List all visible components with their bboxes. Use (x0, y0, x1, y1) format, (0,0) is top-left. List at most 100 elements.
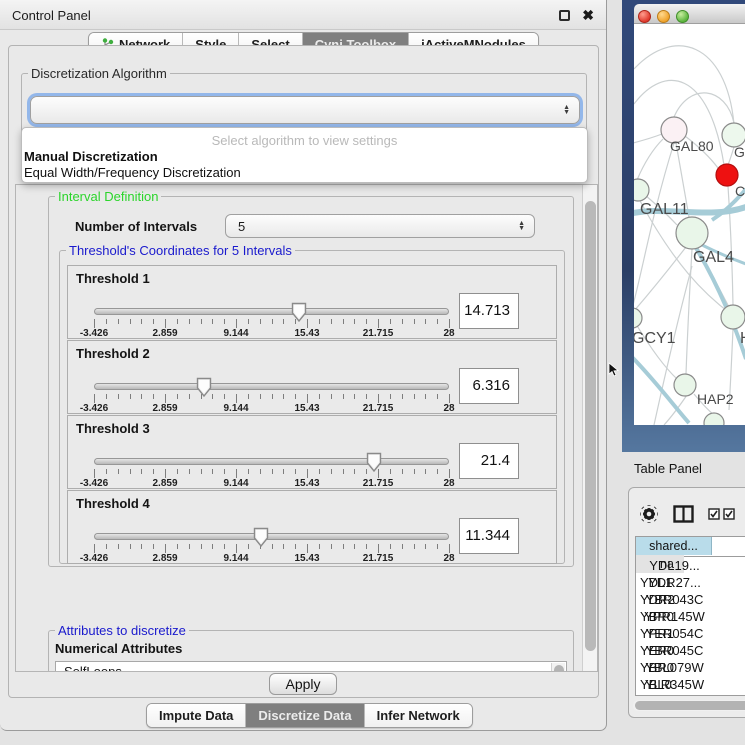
table-row[interactable]: YBL079WYBL0 (636, 659, 745, 676)
network-window-titlebar (634, 4, 745, 24)
cell-shared-name[interactable]: YER054C (636, 625, 713, 642)
threshold-label: Threshold 4 (76, 496, 150, 511)
settings-vertical-scrollbar[interactable] (582, 185, 597, 671)
table-row[interactable]: YIL052CYIL0 (636, 693, 745, 696)
slider-tick-label: 2.859 (152, 328, 177, 339)
cell-shared-name[interactable]: YDL19... (636, 557, 713, 574)
cell-shared-name[interactable]: YPR145W (636, 608, 713, 625)
cell-shared-name[interactable]: YLR345W (636, 676, 713, 693)
network-node-label: GAL11 (640, 201, 689, 218)
control-panel-titlebar: Control Panel ✖ (0, 0, 606, 30)
slider-tick-label: -3.426 (80, 328, 108, 339)
discretization-algorithm-label: Discretization Algorithm (28, 66, 170, 81)
slider-handle[interactable] (291, 302, 307, 323)
slider-tick-label: -3.426 (80, 403, 108, 414)
settings-scroll-container: Interval Definition Number of Intervals … (15, 184, 598, 672)
slider-tick-label: -3.426 (80, 478, 108, 489)
close-traffic-light[interactable] (638, 10, 651, 23)
popup-option-equal-width[interactable]: Equal Width/Frequency Discretization (24, 165, 584, 180)
column-header-shared-name[interactable]: shared... (636, 537, 712, 555)
cell-shared-name[interactable]: YBR045C (636, 642, 713, 659)
network-node[interactable] (634, 179, 649, 201)
slider-tick-label: 28 (443, 553, 454, 564)
network-node[interactable] (721, 305, 745, 329)
attributes-list-scrollbar[interactable] (551, 663, 565, 672)
cell-shared-name[interactable]: YBL079W (636, 659, 713, 676)
table-row[interactable]: YDL19...YDL1 (636, 557, 745, 574)
attribute-list-item[interactable]: SelfLoops (56, 662, 566, 672)
threshold-value-box[interactable]: 6.316 (459, 368, 519, 404)
algorithm-combo[interactable]: ▲▼ (30, 96, 580, 124)
thresholds-group: Threshold's Coordinates for 5 Intervals … (59, 250, 565, 564)
float-window-icon[interactable] (559, 10, 570, 21)
interval-definition-label: Interval Definition (55, 189, 161, 204)
split-table-icon[interactable] (673, 505, 694, 523)
window-title: Control Panel (12, 8, 91, 23)
table-row[interactable]: YDR27...YDR2 (636, 574, 745, 591)
slider-track[interactable] (94, 383, 449, 390)
table-row[interactable]: YER054CYER0 (636, 625, 745, 642)
cell-shared-name[interactable]: YDR27... (636, 574, 713, 591)
control-panel-window: Control Panel ✖ NetworkStyleSelectCyni T… (0, 0, 607, 731)
cell-shared-name[interactable]: YBR043C (636, 591, 713, 608)
algorithm-popup-hint: Select algorithm to view settings (22, 133, 587, 148)
algorithm-popup: Select algorithm to view settings Manual… (21, 127, 588, 183)
slider-handle[interactable] (196, 377, 212, 398)
zoom-traffic-light[interactable] (676, 10, 689, 23)
attributes-group-label: Attributes to discretize (55, 623, 189, 638)
table-panel-title: Table Panel (634, 461, 702, 476)
slider-tick-label: 28 (443, 403, 454, 414)
close-icon[interactable]: ✖ (582, 7, 594, 24)
network-node[interactable] (634, 308, 642, 328)
table-row[interactable]: YBR043CYBR0 (636, 591, 745, 608)
slider-handle[interactable] (366, 452, 382, 473)
cell-shared-name[interactable]: YIL052C (636, 693, 713, 696)
checkbox-icon[interactable] (723, 508, 735, 520)
gear-icon[interactable] (639, 504, 659, 524)
slider-track[interactable] (94, 458, 449, 465)
threshold-panel: Threshold 3 -3.4262.8599.14415.4321.7152… (67, 415, 557, 489)
thresholds-container: Threshold 1 -3.4262.8599.14415.4321.7152… (67, 265, 557, 565)
slider-tick-label: 15.43 (294, 403, 319, 414)
table-row[interactable]: YPR145WYPR1 (636, 608, 745, 625)
network-node[interactable] (704, 413, 724, 425)
number-of-intervals-combo[interactable]: 5 ▲▼ (225, 214, 535, 238)
network-edge[interactable] (637, 139, 663, 180)
slider-tick-label: -3.426 (80, 553, 108, 564)
minimize-traffic-light[interactable] (657, 10, 670, 23)
network-edge[interactable] (674, 93, 734, 123)
threshold-value-box[interactable]: 21.4 (459, 443, 519, 479)
mouse-cursor (608, 362, 620, 378)
slider-handle[interactable] (253, 527, 269, 548)
slider-tick-label: 2.859 (152, 478, 177, 489)
thresholds-group-label: Threshold's Coordinates for 5 Intervals (66, 243, 295, 258)
table-row[interactable]: YBR045CYBR0 (636, 642, 745, 659)
network-edge[interactable] (634, 247, 686, 311)
threshold-value-box[interactable]: 11.344 (459, 518, 519, 554)
tab-infer-network[interactable]: Infer Network (365, 704, 472, 727)
node-attribute-table[interactable]: shared...na YDL19...YDL1YDR27...YDR2YBR0… (635, 536, 745, 696)
checkbox-icon[interactable] (708, 508, 720, 520)
numerical-attributes-list[interactable]: SelfLoopsTopologicalCoefficientBetweenne… (55, 661, 567, 672)
slider-tick-label: 21.715 (363, 478, 394, 489)
tab-impute-data[interactable]: Impute Data (147, 704, 246, 727)
network-edge[interactable] (634, 46, 734, 124)
network-node[interactable] (676, 217, 708, 249)
network-canvas[interactable]: GAL80GACGAL11GAL4GCY1HHAP2 (634, 24, 745, 425)
slider-track[interactable] (94, 308, 449, 315)
table-row[interactable]: YLR345WYLR3 (636, 676, 745, 693)
popup-option-manual-discretization[interactable]: Manual Discretization (24, 149, 584, 164)
tab-discretize-data[interactable]: Discretize Data (246, 704, 364, 727)
network-edge[interactable] (634, 134, 662, 144)
table-panel: shared...na YDL19...YDL1YDR27...YDR2YBR0… (628, 487, 745, 718)
network-node[interactable] (674, 374, 696, 396)
tab-label: Infer Network (377, 708, 460, 723)
apply-button[interactable]: Apply (269, 673, 337, 695)
slider-track[interactable] (94, 533, 449, 540)
table-horizontal-scrollbar[interactable] (633, 700, 745, 711)
cyni-toolbox-panel: Discretization Algorithm ▲▼ Table Data g… (8, 45, 599, 698)
network-node-label: HAP2 (697, 391, 734, 407)
numerical-attributes-label: Numerical Attributes (55, 641, 182, 656)
threshold-value-box[interactable]: 14.713 (459, 293, 519, 329)
slider-tick-label: 15.43 (294, 478, 319, 489)
